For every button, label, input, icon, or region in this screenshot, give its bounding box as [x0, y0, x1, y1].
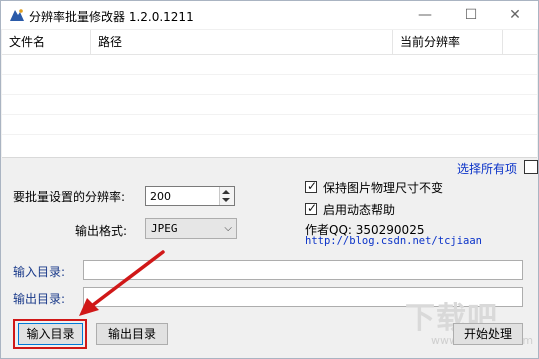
spinner-buttons[interactable]: [219, 187, 234, 205]
app-icon: [10, 9, 24, 21]
output-dir-label: 输出目录:: [13, 292, 66, 306]
list-row-divider: [2, 94, 537, 95]
list-row-divider: [2, 74, 537, 75]
select-all-label[interactable]: 选择所有项: [457, 160, 517, 177]
input-dir-label: 输入目录:: [13, 265, 66, 279]
resolution-input[interactable]: [150, 189, 210, 203]
format-label: 输出格式:: [75, 224, 128, 238]
list-header: 文件名 路径 当前分辨率: [2, 30, 537, 55]
format-value: JPEG: [151, 222, 178, 235]
window-title: 分辨率批量修改器 1.2.0.1211: [29, 10, 194, 24]
dynamic-help-checkbox[interactable]: ✓: [305, 201, 318, 215]
close-button[interactable]: ✕: [492, 1, 538, 29]
start-button[interactable]: 开始处理: [453, 323, 523, 345]
maximize-button[interactable]: ☐: [448, 1, 494, 29]
minimize-button[interactable]: —: [402, 1, 448, 29]
check-icon: ✓: [307, 201, 318, 215]
app-window: 分辨率批量修改器 1.2.0.1211 — ☐ ✕ 文件名 路径 当前分辨率 选…: [0, 0, 539, 359]
list-row-divider: [2, 114, 537, 115]
keep-size-label[interactable]: 保持图片物理尺寸不变: [323, 179, 443, 196]
blog-link[interactable]: http://blog.csdn.net/tcjiaan: [305, 235, 482, 247]
annotation-arrow-icon: [79, 250, 165, 316]
chevron-down-icon: ⌵: [224, 223, 232, 234]
list-row-divider: [2, 134, 537, 135]
column-header-path[interactable]: 路径: [91, 30, 393, 54]
file-list[interactable]: 文件名 路径 当前分辨率: [2, 30, 537, 158]
input-dir-button[interactable]: 输入目录: [18, 323, 83, 345]
column-header-filename[interactable]: 文件名: [2, 30, 91, 54]
resolution-label: 要批量设置的分辨率:: [13, 190, 126, 204]
resolution-spinner[interactable]: [145, 186, 235, 206]
title-bar: 分辨率批量修改器 1.2.0.1211 — ☐ ✕: [1, 1, 538, 29]
keep-size-checkbox[interactable]: ✓: [305, 179, 318, 193]
output-dir-button[interactable]: 输出目录: [96, 323, 168, 345]
spin-down-icon[interactable]: [222, 198, 230, 202]
check-icon: ✓: [307, 179, 318, 193]
spin-up-icon[interactable]: [222, 190, 230, 194]
format-dropdown[interactable]: JPEG ⌵: [145, 218, 237, 239]
dynamic-help-label[interactable]: 启用动态帮助: [323, 201, 395, 218]
select-all-checkbox[interactable]: [524, 160, 538, 174]
column-header-resolution[interactable]: 当前分辨率: [393, 30, 503, 54]
